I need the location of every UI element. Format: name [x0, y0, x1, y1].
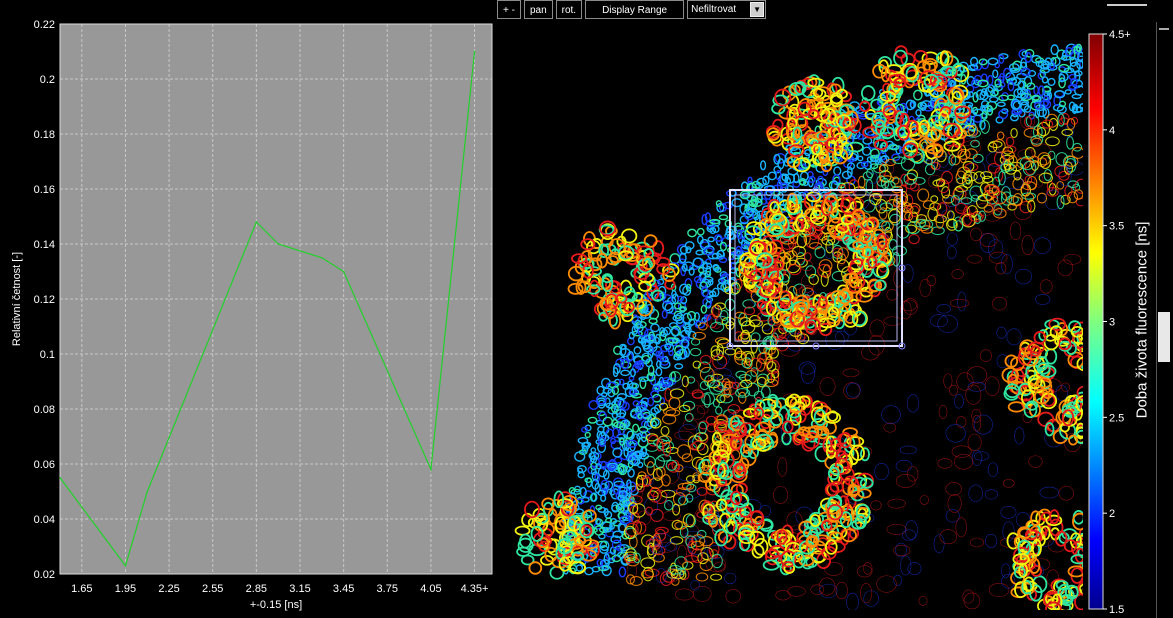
y-tick-label: 0.2 [40, 74, 55, 86]
y-tick-label: 0.1 [40, 349, 55, 361]
zoom-button[interactable]: + - [497, 0, 521, 19]
y-tick-label: 0.14 [34, 239, 55, 251]
y-tick-label: 0.08 [34, 404, 55, 416]
x-axis-label: +-0.15 [ns] [250, 599, 302, 611]
colorbar-tick-label: 3.5 [1109, 221, 1124, 233]
y-tick-label: 0.02 [34, 569, 55, 581]
colorbar-tick-label: 3 [1109, 317, 1115, 329]
y-tick-label: 0.04 [34, 514, 55, 526]
display-range-button[interactable]: Display Range [585, 0, 685, 19]
scrollbar-thumb[interactable] [1158, 312, 1170, 362]
chevron-down-icon[interactable]: ▼ [750, 2, 765, 17]
colorbar-tick-label: 2 [1109, 508, 1115, 520]
y-tick-label: 0.12 [34, 294, 55, 306]
rotate-button[interactable]: rot. [555, 0, 583, 19]
data-point [321, 256, 323, 259]
colorbar-tick-label: 1.5 [1109, 604, 1124, 616]
y-tick-label: 0.18 [34, 129, 55, 141]
data-point [146, 490, 149, 493]
x-tick-label: 1.95 [115, 583, 136, 595]
scrollbar-rail [1159, 28, 1169, 30]
flim-image-panel[interactable] [497, 22, 1083, 610]
x-tick-label: 4.35+ [461, 583, 489, 595]
x-tick-label: 4.05 [420, 583, 441, 595]
data-point [277, 243, 279, 245]
window-divider [1107, 4, 1147, 6]
data-point [342, 270, 345, 273]
y-tick-label: 0.16 [34, 184, 55, 196]
data-point [59, 476, 61, 479]
colorbar-title: Doba života fluorescence [ns] [1125, 22, 1159, 618]
x-tick-label: 3.45 [333, 583, 354, 595]
colorbar-tick-label: 4 [1109, 125, 1115, 137]
vertical-scrollbar[interactable] [1156, 22, 1171, 618]
y-axis-label: Relativní četnost [-] [11, 252, 23, 346]
data-point [473, 50, 476, 53]
x-tick-label: 2.25 [158, 583, 179, 595]
y-tick-label: 0.06 [34, 459, 55, 471]
x-tick-label: 2.85 [246, 583, 267, 595]
data-point [255, 221, 258, 223]
lifetime-histogram-chart: 0.02 0.04 0.06 0.08 0.1 0.12 0.14 0.16 0.18 0.2 0.… [11, 19, 493, 611]
x-tick-label: 1.65 [71, 583, 92, 595]
filter-select-value: Nefiltrovat [691, 4, 737, 15]
data-point [430, 468, 432, 471]
x-tick-label: 3.15 [289, 583, 310, 595]
colorbar-tick-label: 2.5 [1109, 412, 1124, 424]
data-point [124, 564, 127, 567]
filter-select[interactable]: Nefiltrovat ▼ [687, 0, 767, 19]
y-tick-label: 0.22 [34, 19, 55, 31]
x-tick-label: 3.75 [377, 583, 398, 595]
x-tick-label: 2.55 [202, 583, 223, 595]
colorbar-label: Doba života fluorescence [ns] [1133, 221, 1151, 419]
pan-button[interactable]: pan [523, 0, 553, 19]
image-toolbar: + - pan rot. Display Range Nefiltrovat ▼ [497, 0, 767, 20]
